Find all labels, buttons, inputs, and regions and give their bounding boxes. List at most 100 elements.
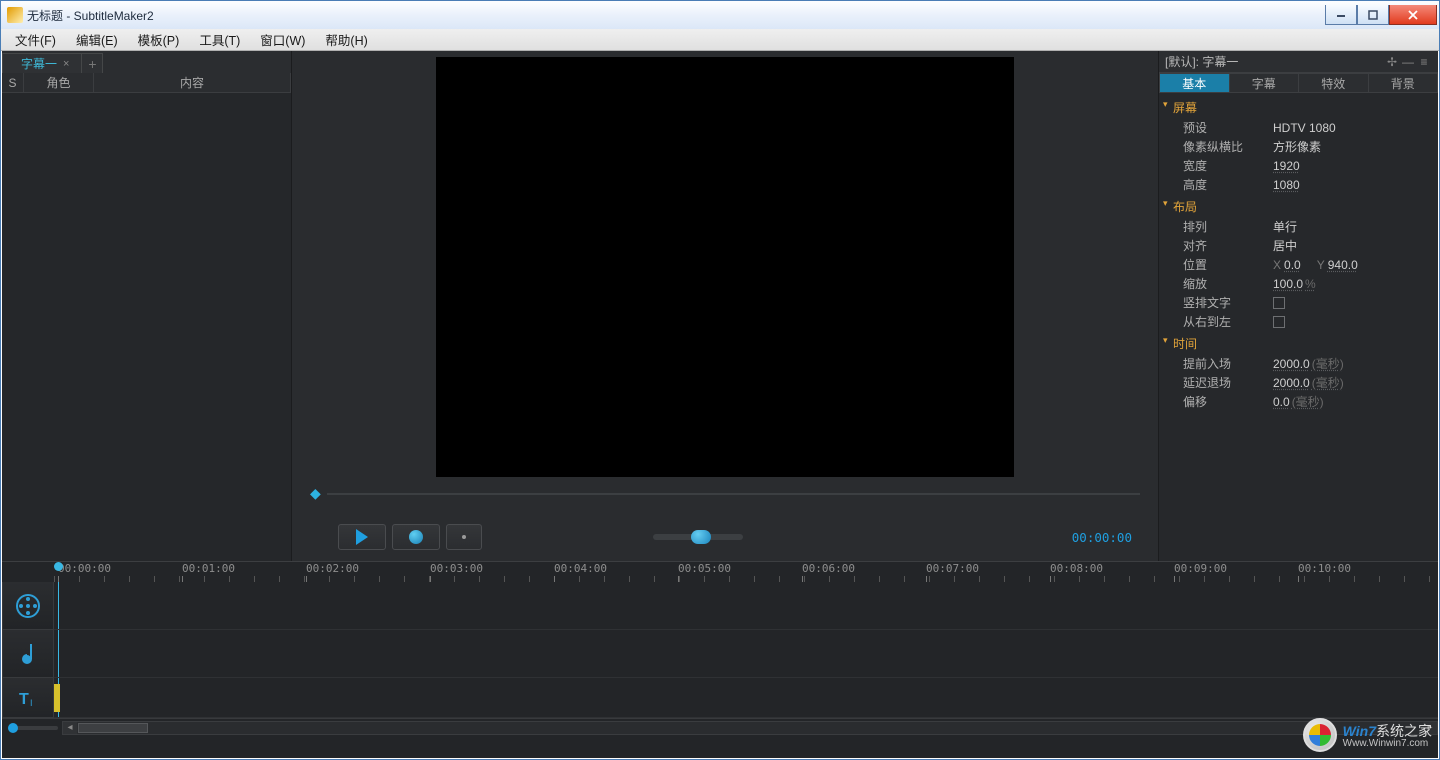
- ruler-tick: 00:00:00: [58, 562, 111, 575]
- ruler-tick: 00:07:00: [926, 562, 979, 575]
- ruler-tick: 00:10:00: [1298, 562, 1351, 575]
- slider-knob[interactable]: [691, 530, 711, 544]
- play-icon: [356, 529, 368, 545]
- list-header: S 角色 内容: [2, 73, 291, 93]
- video-preview[interactable]: [436, 57, 1014, 477]
- label-height: 高度: [1183, 176, 1273, 193]
- text-track[interactable]: [54, 678, 1438, 718]
- zoom-knob[interactable]: [8, 723, 18, 733]
- properties-header: [默认]: 字幕一 ✢ — ≡: [1159, 51, 1438, 73]
- col-s: S: [2, 73, 24, 92]
- label-pos: 位置: [1183, 256, 1273, 273]
- label-preset: 预设: [1183, 119, 1273, 136]
- tab-subtitle[interactable]: 字幕: [1230, 73, 1300, 93]
- value-lead-in[interactable]: 2000.0(毫秒): [1273, 355, 1432, 372]
- extra-button[interactable]: [446, 524, 482, 550]
- maximize-button[interactable]: [1357, 5, 1389, 25]
- play-button[interactable]: [338, 524, 386, 550]
- value-preset[interactable]: HDTV 1080: [1273, 121, 1432, 135]
- volume-slider[interactable]: [653, 534, 743, 540]
- menu-file[interactable]: 文件(F): [5, 28, 66, 51]
- menu-tool[interactable]: 工具(T): [189, 28, 250, 51]
- properties-title: [默认]: 字幕一: [1165, 53, 1384, 70]
- minimize-button[interactable]: [1325, 5, 1357, 25]
- marker-icon[interactable]: ◆: [310, 485, 321, 502]
- horizontal-scrollbar[interactable]: ◂ ▸: [62, 721, 1438, 735]
- audio-track-head[interactable]: [2, 630, 54, 678]
- dot-icon: [462, 535, 466, 539]
- tab-background[interactable]: 背景: [1369, 73, 1439, 93]
- tab-basic[interactable]: 基本: [1159, 73, 1230, 93]
- app-icon: [7, 7, 23, 23]
- text-track-head[interactable]: TI: [2, 678, 54, 718]
- close-button[interactable]: [1389, 5, 1437, 25]
- label-arrange: 排列: [1183, 218, 1273, 235]
- watermark-url: Www.Winwin7.com: [1343, 738, 1432, 749]
- value-scale[interactable]: 100.0%: [1273, 277, 1432, 291]
- value-pos-x[interactable]: 0.0: [1284, 258, 1301, 272]
- minus-icon[interactable]: —: [1400, 55, 1416, 69]
- preview-panel: ◆ 00:00:00: [292, 51, 1158, 561]
- watermark-brand2: 系统之家: [1376, 723, 1432, 739]
- video-track-head[interactable]: [2, 582, 54, 630]
- value-lead-out[interactable]: 2000.0(毫秒): [1273, 374, 1432, 391]
- video-track[interactable]: [54, 582, 1438, 630]
- label-rtl: 从右到左: [1183, 313, 1273, 330]
- ruler-tick: 00:06:00: [802, 562, 855, 575]
- record-button[interactable]: [392, 524, 440, 550]
- ruler-tick: 00:02:00: [306, 562, 359, 575]
- zoom-slider[interactable]: [8, 726, 58, 730]
- time-display: 00:00:00: [1072, 530, 1132, 545]
- menu-window[interactable]: 窗口(W): [250, 28, 315, 51]
- section-time[interactable]: 时间: [1165, 331, 1432, 354]
- label-lead-in: 提前入场: [1183, 355, 1273, 372]
- x-key: X: [1273, 258, 1281, 272]
- timeline-ruler[interactable]: 00:00:0000:01:0000:02:0000:03:0000:04:00…: [54, 562, 1438, 582]
- link-icon[interactable]: ✢: [1384, 55, 1400, 69]
- scroll-left-icon[interactable]: ◂: [63, 722, 77, 734]
- menu-edit[interactable]: 编辑(E): [66, 28, 128, 51]
- film-reel-icon: [15, 593, 41, 619]
- text-clip[interactable]: [54, 684, 60, 712]
- subtitle-tab-1[interactable]: 字幕一 ×: [2, 53, 82, 73]
- label-scale: 缩放: [1183, 275, 1273, 292]
- close-icon[interactable]: ×: [63, 58, 69, 70]
- value-align[interactable]: 居中: [1273, 237, 1432, 254]
- y-key: Y: [1317, 258, 1325, 272]
- ruler-tick: 00:04:00: [554, 562, 607, 575]
- section-screen[interactable]: 屏幕: [1165, 95, 1432, 118]
- value-arrange[interactable]: 单行: [1273, 218, 1432, 235]
- value-height[interactable]: 1080: [1273, 178, 1432, 192]
- svg-text:T: T: [19, 691, 29, 708]
- value-offset[interactable]: 0.0(毫秒): [1273, 393, 1432, 410]
- subtitle-list[interactable]: [2, 93, 291, 561]
- ruler-tick: 00:08:00: [1050, 562, 1103, 575]
- label-width: 宽度: [1183, 157, 1273, 174]
- checkbox-rtl[interactable]: [1273, 316, 1285, 328]
- label-align: 对齐: [1183, 237, 1273, 254]
- tab-effect[interactable]: 特效: [1299, 73, 1369, 93]
- record-icon: [409, 530, 423, 544]
- timeline-tracks[interactable]: [54, 582, 1438, 718]
- window-title: 无标题 - SubtitleMaker2: [27, 7, 154, 24]
- menu-bar: 文件(F) 编辑(E) 模板(P) 工具(T) 窗口(W) 帮助(H): [1, 29, 1439, 51]
- add-tab-button[interactable]: +: [81, 53, 103, 73]
- text-icon: TI: [17, 687, 39, 709]
- value-pos-y[interactable]: 940.0: [1328, 258, 1358, 272]
- checkbox-vertical[interactable]: [1273, 297, 1285, 309]
- seek-bar[interactable]: [327, 493, 1140, 495]
- watermark-brand1: Win7: [1343, 723, 1376, 739]
- menu-help[interactable]: 帮助(H): [315, 28, 377, 51]
- value-par[interactable]: 方形像素: [1273, 138, 1432, 155]
- label-lead-out: 延迟退场: [1183, 374, 1273, 391]
- value-width[interactable]: 1920: [1273, 159, 1432, 173]
- section-layout[interactable]: 布局: [1165, 194, 1432, 217]
- audio-track[interactable]: [54, 630, 1438, 678]
- menu-icon[interactable]: ≡: [1416, 55, 1432, 69]
- svg-text:I: I: [30, 698, 33, 708]
- col-role: 角色: [24, 73, 94, 92]
- ruler-tick: 00:09:00: [1174, 562, 1227, 575]
- app-body: 字幕一 × + S 角色 内容 ◆: [2, 51, 1438, 758]
- menu-template[interactable]: 模板(P): [128, 28, 190, 51]
- scroll-thumb[interactable]: [78, 723, 148, 733]
